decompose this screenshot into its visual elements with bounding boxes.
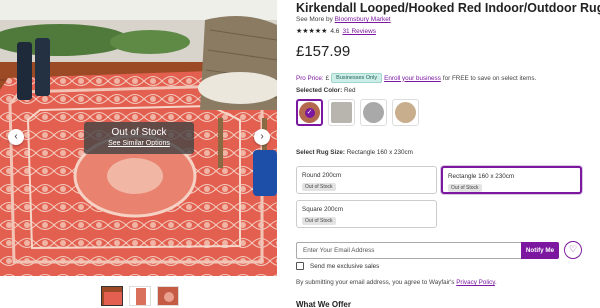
out-of-stock-label: Out of Stock	[111, 127, 167, 138]
out-of-stock-overlay: Out of Stock See Similar Options	[84, 122, 194, 154]
favorite-button[interactable]: ♡	[564, 241, 582, 259]
size-option-round[interactable]: Round 200cm Out of Stock	[296, 166, 437, 194]
out-of-stock-badge: Out of Stock	[448, 184, 482, 192]
exclusive-sales-checkbox[interactable]	[296, 262, 304, 270]
see-similar-options-link[interactable]: See Similar Options	[84, 140, 194, 147]
thumbnail-2[interactable]	[129, 286, 151, 306]
terms-text: By submitting your email address, you ag…	[296, 279, 455, 286]
color-swatch-beige[interactable]	[328, 99, 355, 126]
rating-row: ★★★★★ 4.6 31 Reviews	[296, 27, 376, 36]
selected-color-heading: Selected Color:	[296, 87, 343, 94]
size-option-square[interactable]: Square 200cm Out of Stock	[296, 200, 437, 228]
thumbnail-image	[158, 287, 178, 305]
email-input[interactable]	[296, 241, 521, 259]
businesses-only-badge: Businesses Only	[331, 73, 383, 83]
privacy-terms: By submitting your email address, you ag…	[296, 279, 497, 286]
thumbnail-1[interactable]	[101, 286, 123, 306]
notify-me-button[interactable]: Notify Me	[521, 241, 559, 259]
exclusive-sales-label: Send me exclusive sales	[310, 262, 380, 270]
out-of-stock-badge: Out of Stock	[302, 183, 336, 191]
enroll-business-link[interactable]: Enroll your business	[384, 75, 441, 82]
pro-price-row: Pro Price: £ Businesses Only Enroll your…	[296, 73, 536, 83]
heart-icon: ♡	[568, 244, 578, 254]
selected-color-label: Selected Color: Red	[296, 87, 356, 94]
size-option-rectangle[interactable]: Rectangle 160 x 230cm Out of Stock	[441, 166, 582, 194]
terms-period: .	[494, 279, 497, 286]
rating-value: 4.6	[330, 27, 340, 35]
rug-size-heading: Select Rug Size:	[296, 149, 345, 156]
product-price: £157.99	[296, 43, 351, 60]
product-title: Kirkendall Looped/Hooked Red Indoor/Outd…	[296, 1, 600, 15]
brand-link[interactable]: Bloomsbury Market	[335, 16, 391, 23]
enroll-description: for FREE to save on select items.	[442, 74, 537, 82]
exclusive-sales-row: Send me exclusive sales	[296, 262, 379, 270]
size-option-name: Rectangle 160 x 230cm	[448, 173, 515, 180]
thumbnail-image	[102, 287, 122, 305]
thumbnail-strip	[101, 286, 179, 306]
star-rating-icon: ★★★★★	[296, 28, 328, 35]
previous-image-button[interactable]: ‹	[8, 129, 24, 145]
selected-color-value: Red	[343, 87, 356, 94]
color-swatch-tan[interactable]	[392, 99, 419, 126]
checkmark-icon: ✓	[304, 107, 315, 118]
brand-line: See More by Bloomsbury Market	[296, 16, 391, 23]
reviews-link[interactable]: 31 Reviews	[342, 28, 376, 35]
chevron-left-icon: ‹	[14, 131, 18, 142]
what-we-offer-heading: What We Offer	[296, 300, 351, 308]
color-swatches: ✓	[296, 99, 419, 126]
chevron-right-icon: ›	[260, 131, 264, 142]
product-image-gallery: Out of Stock See Similar Options ‹ ›	[0, 0, 277, 276]
thumbnail-3[interactable]	[157, 286, 179, 306]
out-of-stock-badge: Out of Stock	[302, 217, 336, 225]
swatch-color	[331, 102, 352, 123]
privacy-policy-link[interactable]: Privacy Policy	[456, 279, 495, 286]
swatch-color	[395, 102, 416, 123]
color-swatch-red[interactable]: ✓	[296, 99, 323, 126]
next-image-button[interactable]: ›	[254, 129, 270, 145]
notify-row: Notify Me ♡	[296, 241, 582, 259]
color-swatch-gray[interactable]	[360, 99, 387, 126]
rug-size-value: Rectangle 160 x 230cm	[346, 149, 413, 156]
rug-size-label: Select Rug Size: Rectangle 160 x 230cm	[296, 149, 413, 156]
pro-price-label: Pro Price:	[296, 74, 324, 82]
brand-prefix: See More by	[296, 16, 333, 23]
size-option-name: Round 200cm	[302, 172, 342, 179]
size-option-name: Square 200cm	[302, 206, 343, 213]
swatch-color	[363, 102, 384, 123]
pro-currency: £	[325, 74, 330, 82]
thumbnail-image	[130, 287, 150, 305]
